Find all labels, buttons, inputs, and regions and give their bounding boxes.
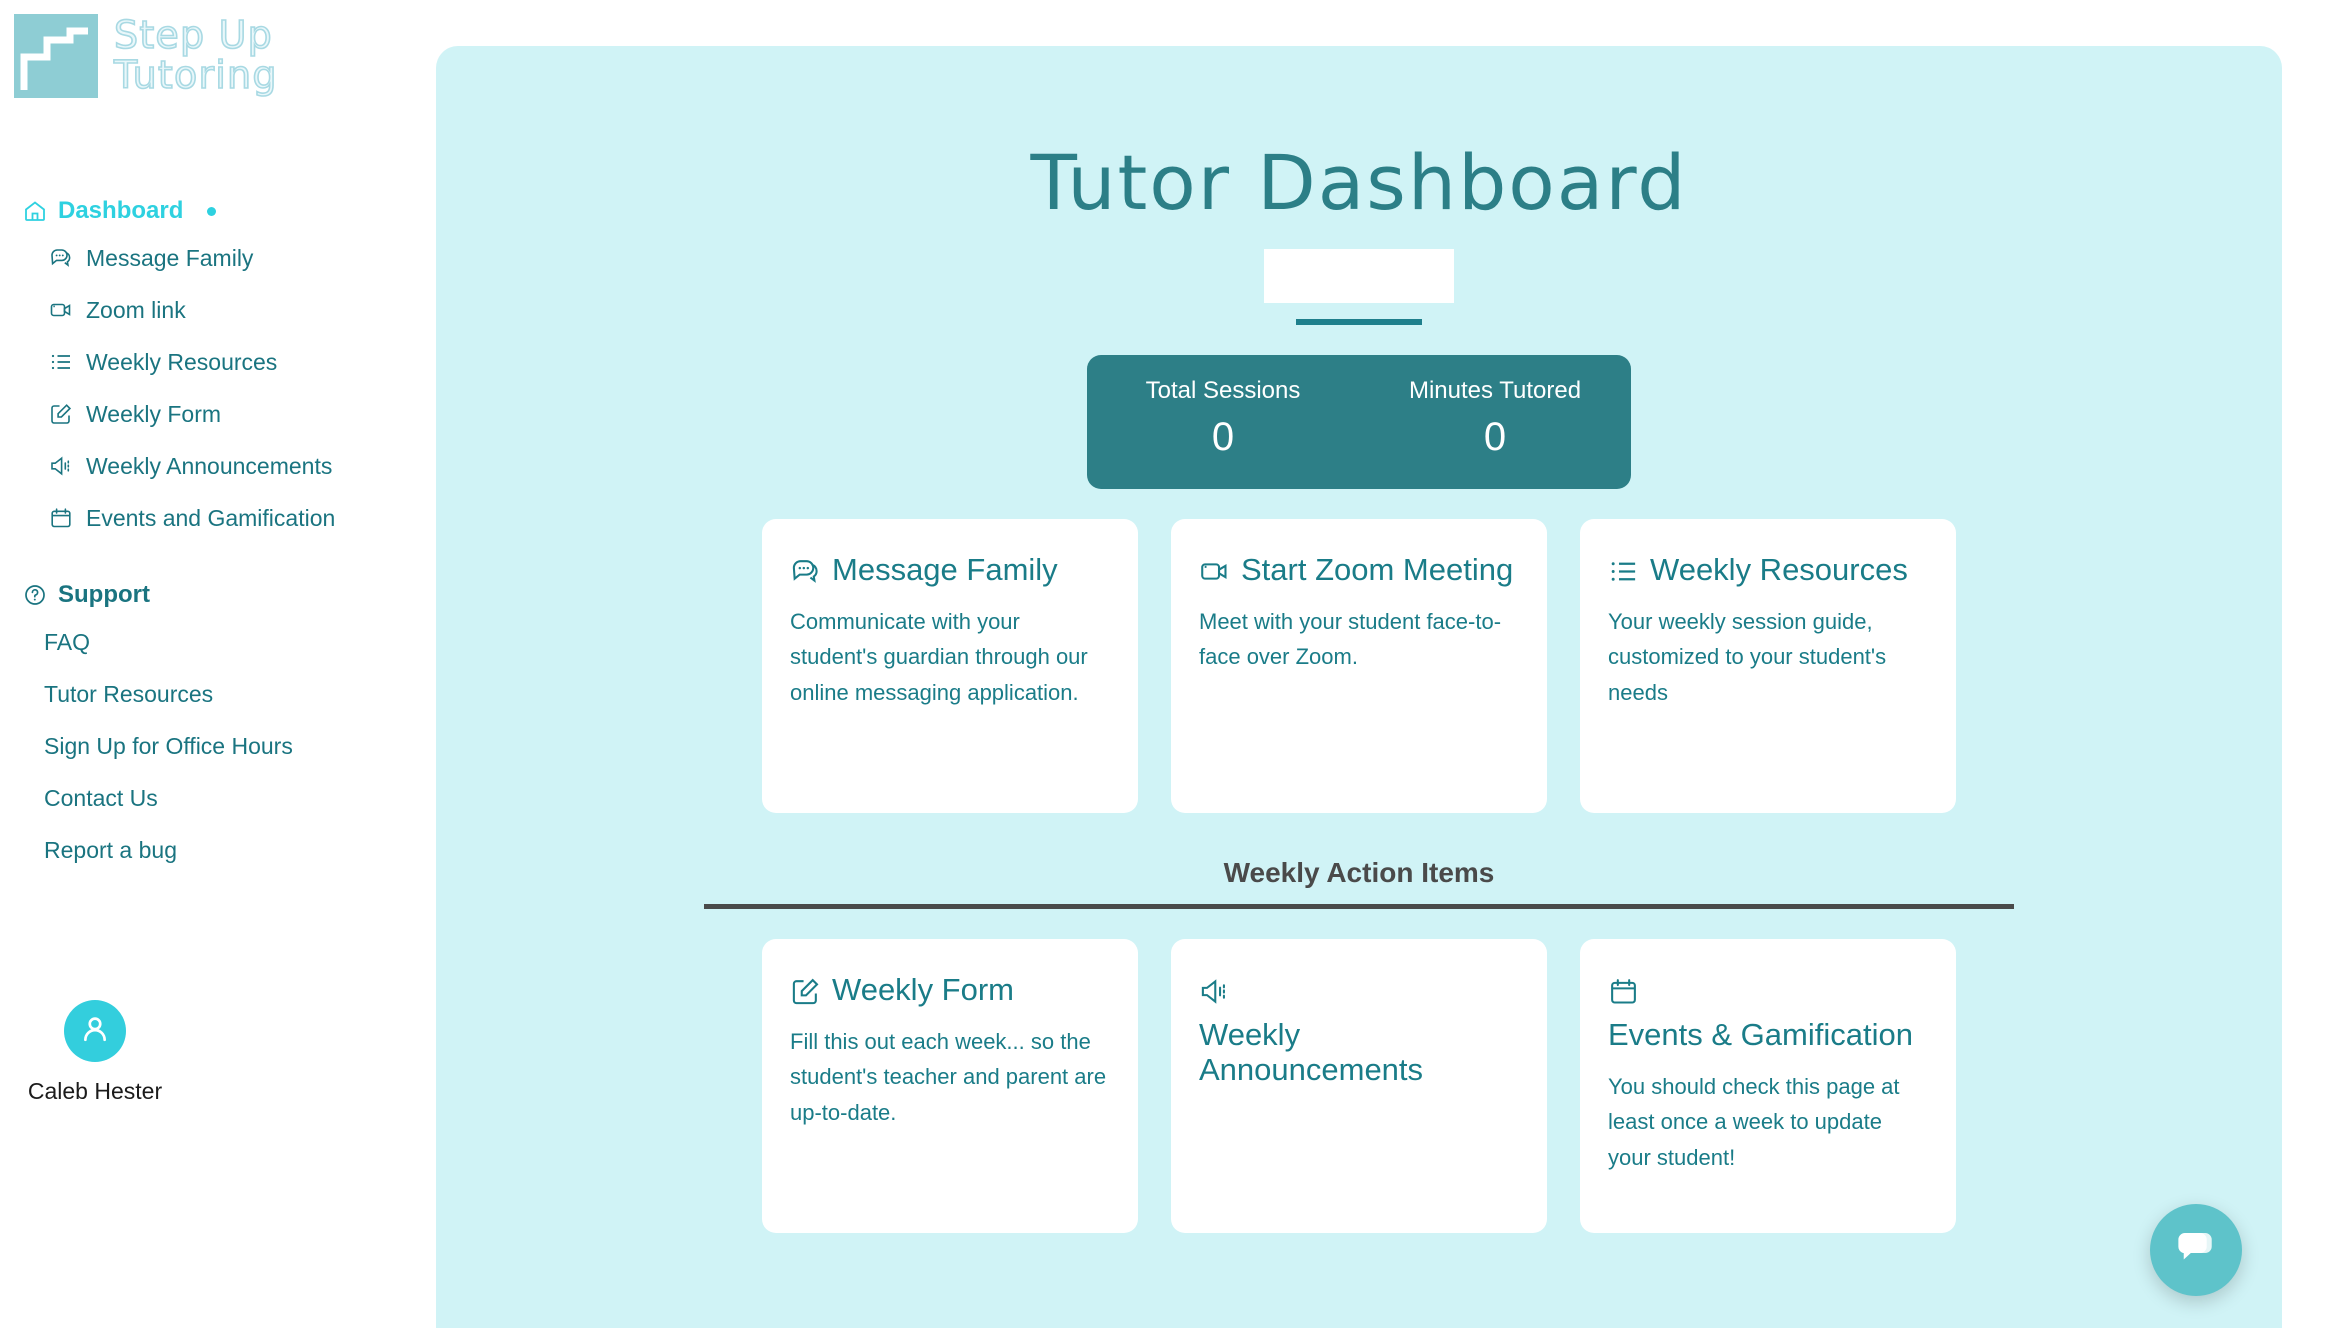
chat-bubbles-icon (2173, 1225, 2219, 1276)
list-icon (48, 349, 74, 375)
card-title: Start Zoom Meeting (1241, 552, 1514, 587)
sidebar-item-label: Sign Up for Office Hours (44, 732, 293, 759)
sidebar-item-events-gamification[interactable]: Events and Gamification (0, 492, 436, 544)
page-title: Tutor Dashboard (1030, 138, 1688, 227)
card-body: Communicate with your student's guardian… (790, 608, 1088, 705)
section-divider (704, 904, 2014, 909)
student-name-field[interactable] (1264, 249, 1454, 303)
megaphone-icon (1199, 976, 1230, 1007)
card-body: Meet with your student face-to-face over… (1199, 608, 1502, 670)
title-field-wrap (436, 249, 2282, 325)
sidebar-item-label: Events and Gamification (86, 504, 336, 531)
stat-minutes-tutored: Minutes Tutored 0 (1359, 377, 1631, 460)
top-card-row: Message Family Communicate with your stu… (436, 519, 2282, 813)
card-title: Weekly Announcements (1199, 1017, 1424, 1087)
chat-bubble-icon (790, 556, 821, 587)
sidebar-item-faq[interactable]: FAQ (0, 616, 436, 668)
sidebar-profile[interactable]: Caleb Hester (0, 1000, 190, 1105)
sidebar-item-weekly-announcements[interactable]: Weekly Announcements (0, 440, 436, 492)
sidebar-item-label: Report a bug (44, 836, 177, 863)
main-content-panel: Tutor Dashboard Total Sessions 0 Minutes… (436, 46, 2282, 1328)
sidebar-item-label: Tutor Resources (44, 680, 214, 707)
sidebar-support-label: Support (58, 581, 150, 608)
sidebar-item-report-a-bug[interactable]: Report a bug (0, 824, 436, 876)
action-card-row: Weekly Form Fill this out each week... s… (436, 939, 2282, 1233)
title-underline-rule (1296, 319, 1422, 325)
question-circle-icon (22, 582, 48, 608)
card-weekly-form[interactable]: Weekly Form Fill this out each week... s… (762, 939, 1138, 1233)
stat-label: Minutes Tutored (1408, 377, 1582, 404)
sidebar-item-label: Contact Us (44, 784, 158, 811)
stat-label: Total Sessions (1145, 377, 1301, 404)
card-message-family[interactable]: Message Family Communicate with your stu… (762, 519, 1138, 813)
brand-logo[interactable]: Step Up Tutoring (14, 14, 278, 98)
active-indicator-dot (207, 206, 217, 216)
card-weekly-announcements[interactable]: Weekly Announcements (1171, 939, 1547, 1233)
sidebar: Step Up Tutoring Dashboard Message Famil… (0, 0, 436, 1328)
sidebar-dashboard-label: Dashboard (58, 197, 184, 224)
calendar-icon (48, 505, 74, 531)
card-start-zoom-meeting[interactable]: Start Zoom Meeting Meet with your studen… (1171, 519, 1547, 813)
sidebar-nav: Dashboard Message Family Zoom link Weekl… (0, 190, 436, 876)
stats-panel: Total Sessions 0 Minutes Tutored 0 (1087, 355, 1631, 489)
card-header: Weekly Announcements (1199, 973, 1519, 1087)
card-header: Weekly Resources (1608, 552, 1928, 588)
card-body: Your weekly session guide, customized to… (1608, 608, 1887, 705)
sidebar-item-weekly-form[interactable]: Weekly Form (0, 388, 436, 440)
calendar-icon (1608, 976, 1639, 1007)
card-header: Start Zoom Meeting (1199, 552, 1519, 588)
sidebar-item-dashboard[interactable]: Dashboard (0, 190, 436, 232)
home-icon (22, 198, 48, 224)
sidebar-item-zoom-link[interactable]: Zoom link (0, 284, 436, 336)
card-body: You should check this page at least once… (1608, 1073, 1900, 1170)
edit-square-icon (790, 976, 821, 1007)
sidebar-item-label: Message Family (86, 244, 254, 271)
card-weekly-resources[interactable]: Weekly Resources Your weekly session gui… (1580, 519, 1956, 813)
staircase-icon (14, 14, 98, 98)
video-camera-icon (48, 297, 74, 323)
megaphone-icon (48, 453, 74, 479)
video-camera-icon (1199, 556, 1230, 587)
sidebar-item-label: Weekly Form (86, 400, 222, 427)
brand-line-2: Tutoring (113, 53, 278, 97)
sidebar-item-label: Zoom link (86, 296, 186, 323)
sidebar-item-label: Weekly Announcements (86, 452, 333, 479)
sidebar-item-label: FAQ (44, 628, 91, 655)
chat-bubble-icon (48, 245, 74, 271)
avatar[interactable] (64, 1000, 126, 1062)
card-title: Weekly Form (832, 972, 1015, 1007)
sidebar-item-weekly-resources[interactable]: Weekly Resources (0, 336, 436, 388)
card-header: Weekly Form (790, 972, 1110, 1008)
sidebar-item-contact-us[interactable]: Contact Us (0, 772, 436, 824)
brand-line-1: Step Up (113, 13, 273, 58)
sidebar-item-office-hours[interactable]: Sign Up for Office Hours (0, 720, 436, 772)
brand-text: Step Up Tutoring (113, 13, 278, 97)
card-body: Fill this out each week... so the studen… (790, 1028, 1107, 1125)
sidebar-item-tutor-resources[interactable]: Tutor Resources (0, 668, 436, 720)
card-events-gamification[interactable]: Events & Gamification You should check t… (1580, 939, 1956, 1233)
sidebar-item-label: Weekly Resources (86, 348, 278, 375)
app-root: Step Up Tutoring Dashboard Message Famil… (0, 0, 2330, 1328)
section-heading-weekly-action-items: Weekly Action Items (1223, 857, 1495, 888)
sidebar-item-message-family[interactable]: Message Family (0, 232, 436, 284)
card-title: Message Family (832, 552, 1058, 587)
edit-square-icon (48, 401, 74, 427)
stat-value: 0 (1211, 415, 1235, 459)
card-header: Events & Gamification (1608, 973, 1928, 1053)
card-header: Message Family (790, 552, 1110, 588)
sidebar-item-support[interactable]: Support (0, 574, 436, 616)
chat-support-button[interactable] (2150, 1204, 2242, 1296)
user-icon (78, 1012, 112, 1051)
card-title: Weekly Resources (1650, 552, 1908, 587)
stat-value: 0 (1483, 415, 1507, 459)
stat-total-sessions: Total Sessions 0 (1087, 377, 1359, 460)
profile-name: Caleb Hester (27, 1078, 163, 1104)
list-icon (1608, 556, 1639, 587)
card-title: Events & Gamification (1608, 1017, 1913, 1052)
